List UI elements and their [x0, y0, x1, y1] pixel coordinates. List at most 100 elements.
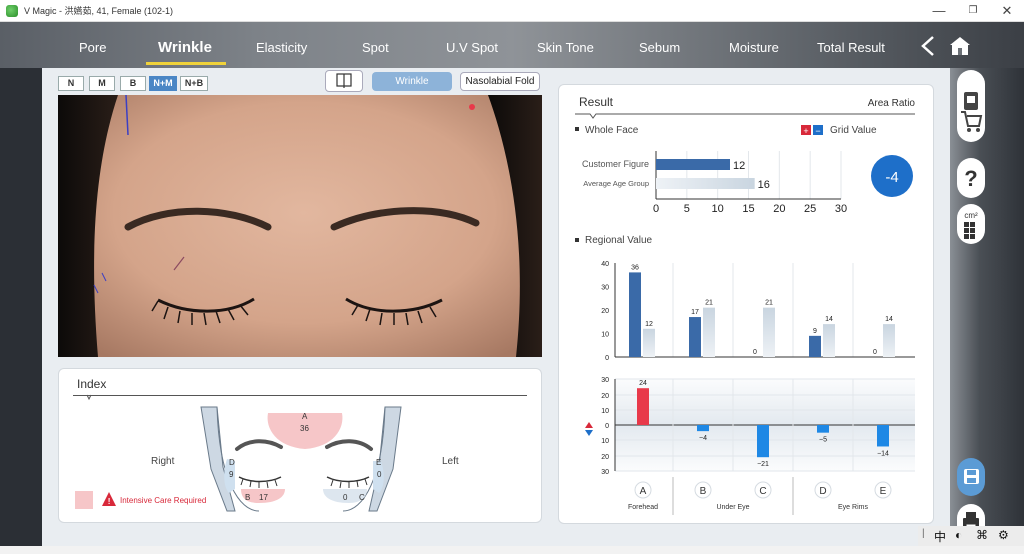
save-button[interactable]: [957, 458, 985, 496]
regional-tick-label: 30: [601, 285, 609, 292]
grid-measure-icon: cm²: [964, 211, 978, 239]
regional-value-label: 36: [631, 264, 639, 271]
zone-b-letter: B: [245, 493, 250, 502]
grid-minus-glyph: −: [815, 126, 820, 136]
svg-text:cm²: cm²: [964, 211, 978, 220]
zone-e-value: 0: [377, 470, 382, 479]
group-under-eye-label: Under Eye: [716, 504, 749, 511]
whole-face-tick-label: 20: [773, 203, 785, 215]
whole-face-title: Whole Face: [585, 125, 639, 136]
category-label: A: [640, 486, 647, 497]
regional-tick-label: 10: [601, 332, 609, 339]
svg-text:?: ?: [964, 166, 977, 191]
diff-tick-label: 20: [601, 393, 609, 400]
help-button[interactable]: ?: [957, 158, 985, 198]
diff-value-label: −21: [757, 461, 769, 468]
back-icon[interactable]: [918, 34, 938, 58]
tab-skin-tone[interactable]: Skin Tone: [537, 40, 594, 55]
mode-nm-button[interactable]: N+M: [149, 76, 177, 91]
ime-mode-icon[interactable]: ⌘: [976, 528, 988, 542]
minimize-button[interactable]: —: [922, 0, 956, 22]
whole-face-bullet: [575, 127, 579, 131]
shopping-button[interactable]: [957, 70, 985, 142]
wrinkle-view-button[interactable]: Wrinkle: [372, 72, 452, 91]
intensive-care-swatch: [75, 491, 93, 509]
regional-bar: [643, 328, 655, 357]
home-icon[interactable]: [948, 34, 972, 58]
nasolabial-fold-button[interactable]: Nasolabial Fold: [460, 72, 540, 91]
ime-settings-icon[interactable]: ⚙: [998, 528, 1009, 542]
tab-spot[interactable]: Spot: [362, 40, 389, 55]
diff-bar: [637, 388, 649, 425]
regional-tick-label: 40: [601, 261, 609, 268]
active-tab-underline: [146, 62, 226, 65]
mode-nb-button[interactable]: N+B: [180, 76, 208, 91]
measure-button[interactable]: cm²: [957, 204, 985, 244]
tab-sebum[interactable]: Sebum: [639, 40, 680, 55]
close-button[interactable]: ✕: [990, 0, 1024, 22]
group-forehead-label: Forehead: [628, 504, 658, 511]
regional-bar: [809, 335, 821, 357]
save-icon: [964, 469, 979, 484]
tab-moisture[interactable]: Moisture: [729, 40, 779, 55]
diff-value-label: 24: [639, 380, 647, 387]
index-left-label: Left: [442, 456, 459, 467]
split-view-button[interactable]: [325, 70, 363, 92]
tab-pore[interactable]: Pore: [79, 40, 106, 55]
mode-m-button[interactable]: M: [89, 76, 115, 91]
increase-icon: [585, 422, 593, 428]
half-width-icon[interactable]: ◐: [955, 528, 962, 542]
grid-plus-glyph: +: [803, 126, 808, 136]
result-title: Result: [579, 95, 614, 109]
tab-elasticity[interactable]: Elasticity: [256, 40, 307, 55]
regional-bar: [703, 307, 715, 357]
zone-c-letter: C: [359, 493, 365, 502]
customer-figure-bar: [656, 159, 730, 170]
customer-figure-category-label: Customer Figure: [582, 159, 649, 169]
cart-icon: [961, 92, 983, 132]
index-right-label: Right: [151, 456, 175, 467]
face-image: [58, 95, 542, 357]
main-content: N M B N+M N+B Wrinkle Nasolabial Fold In…: [42, 68, 950, 546]
diff-tick-label: 10: [601, 438, 609, 445]
ime-chinese-icon[interactable]: 中: [934, 528, 946, 545]
tab-uv-spot[interactable]: U.V Spot: [446, 40, 498, 55]
category-label: C: [759, 486, 766, 497]
top-nav: Pore Wrinkle Elasticity Spot U.V Spot Sk…: [0, 22, 1024, 68]
diff-value-label: −14: [877, 450, 889, 457]
tab-total-result[interactable]: Total Result: [817, 40, 885, 55]
decrease-icon: [585, 430, 593, 436]
zone-e-letter: E: [376, 458, 381, 467]
zone-c-value: 0: [343, 493, 348, 502]
regional-value-label: 21: [765, 300, 773, 307]
index-panel: Index Right Left A 36 D 9 E 0 B 17 0 C !…: [58, 368, 542, 523]
result-charts: Result Area Ratio Whole Face + − Grid Va…: [575, 95, 915, 515]
whole-face-tick-label: 25: [804, 203, 816, 215]
regional-tick-label: 20: [601, 308, 609, 315]
index-face-diagram: Right Left A 36 D 9 E 0 B 17 0 C ! Inten…: [75, 394, 459, 512]
diff-bar: [757, 425, 769, 458]
tab-wrinkle[interactable]: Wrinkle: [158, 39, 212, 56]
average-age-group-category-label: Average Age Group: [583, 179, 649, 188]
category-label: B: [700, 486, 707, 497]
whole-face-tick-label: 0: [653, 203, 659, 215]
regional-title: Regional Value: [585, 235, 653, 246]
mode-n-button[interactable]: N: [58, 76, 84, 91]
average-age-group-bar: [656, 178, 755, 189]
zone-a-value: 36: [300, 424, 309, 433]
regional-value-label: 14: [825, 316, 833, 323]
zone-b-value: 17: [259, 493, 268, 502]
face-photo[interactable]: [58, 95, 542, 357]
whole-face-tick-label: 10: [712, 203, 724, 215]
app-icon: [6, 4, 18, 17]
maximize-button[interactable]: ❐: [956, 0, 990, 22]
zone-a-letter: A: [302, 412, 308, 421]
mode-b-button[interactable]: B: [120, 76, 146, 91]
score-value: -4: [885, 169, 898, 186]
diff-bar: [877, 425, 889, 447]
diff-value-label: −5: [819, 437, 827, 444]
regional-value-label: 12: [645, 321, 653, 328]
svg-text:!: !: [108, 497, 111, 506]
taskbar: [0, 546, 1024, 554]
average-age-group-value-label: 16: [758, 179, 770, 191]
